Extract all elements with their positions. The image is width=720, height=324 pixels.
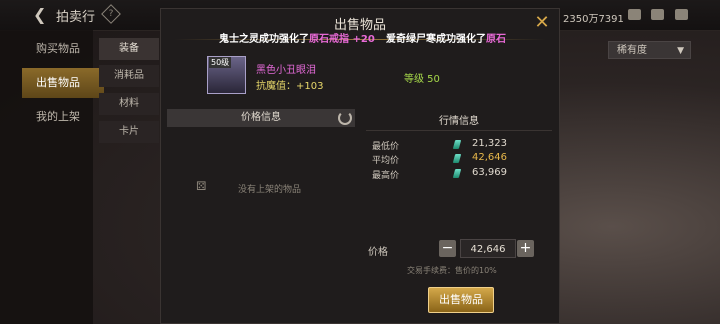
item-stat: 抗魔值：+103	[256, 81, 324, 92]
decrease-price-button[interactable]: −	[439, 240, 456, 257]
subnav-equipment[interactable]: 装备	[99, 38, 159, 60]
subnav-consumables[interactable]: 消耗品	[99, 65, 159, 87]
refresh-icon[interactable]	[338, 111, 352, 125]
currency-amount: 2350万7391	[563, 14, 624, 25]
notice-1-item: 原石戒指	[309, 34, 349, 45]
empty-state-text: 没有上架的物品	[238, 185, 302, 195]
sort-select[interactable]: 稀有度 ▼	[608, 41, 691, 59]
page-title: 拍卖行	[56, 10, 96, 25]
empty-dice-icon: ⚄	[196, 179, 207, 193]
price-label: 价格	[368, 247, 388, 258]
notice-2-text: 爱奇绿尸寒成功强化了	[386, 34, 486, 45]
market-row-value: 42,646	[472, 152, 507, 163]
nav-sell[interactable]: 出售物品	[22, 68, 104, 98]
item-name: 黑色小丑眼泪	[256, 65, 316, 76]
broadcast-notice-2: 爱奇绿尸寒成功强化了原石	[386, 30, 506, 45]
subnav-cards[interactable]: 卡片	[99, 121, 159, 143]
market-row-value: 21,323	[472, 138, 507, 149]
nav-my-listings[interactable]: 我的上架	[22, 102, 104, 132]
gem-shop-icon[interactable]	[628, 9, 641, 20]
price-input[interactable]: 42,646	[460, 239, 516, 258]
back-icon[interactable]: ❮	[33, 7, 49, 23]
nav-buy[interactable]: 购买物品	[22, 34, 104, 64]
market-info-title: 行情信息	[439, 116, 479, 127]
subnav-materials[interactable]: 材料	[99, 93, 159, 115]
item-level: 等级 50	[404, 74, 440, 85]
fee-text: 交易手续费：售价的10%	[407, 266, 497, 275]
mail-icon[interactable]	[651, 9, 664, 20]
market-row-label: 最低价	[372, 142, 400, 152]
price-info-header: 价格信息	[167, 109, 355, 127]
close-icon[interactable]: ✕	[532, 13, 552, 33]
market-row-value: 63,969	[472, 167, 507, 178]
market-row-label: 平均价	[372, 156, 400, 166]
increase-price-button[interactable]: +	[517, 240, 534, 257]
broadcast-notice-1: 鬼士之灵成功强化了原石戒指 +20	[219, 30, 375, 45]
chat-icon[interactable]	[675, 9, 688, 20]
chevron-down-icon: ▼	[677, 46, 684, 56]
sort-select-value: 稀有度	[617, 45, 647, 56]
market-row-label: 最高价	[372, 171, 400, 181]
notice-1-level: +20	[349, 34, 375, 45]
item-level-badge: 50级	[209, 57, 232, 68]
notice-2-item: 原石	[486, 34, 506, 45]
notice-1-text: 鬼士之灵成功强化了	[219, 34, 309, 45]
sell-button[interactable]: 出售物品	[428, 287, 494, 313]
market-divider	[366, 130, 552, 131]
